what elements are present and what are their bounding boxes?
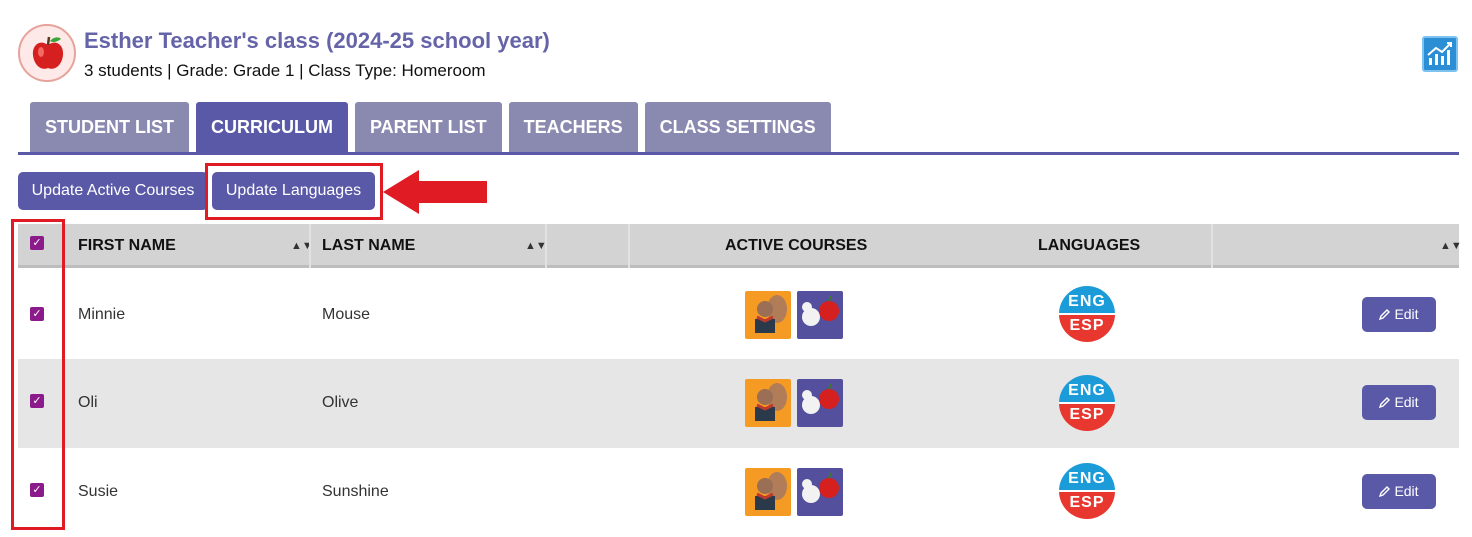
class-tabs: STUDENT LIST CURRICULUM PARENT LIST TEAC… bbox=[30, 102, 831, 152]
language-eng-label: ENG bbox=[1059, 375, 1115, 403]
tab-student-list[interactable]: STUDENT LIST bbox=[30, 102, 189, 152]
pencil-icon bbox=[1379, 486, 1391, 498]
column-divider bbox=[309, 224, 311, 268]
tab-curriculum[interactable]: CURRICULUM bbox=[196, 102, 348, 152]
class-title: Esther Teacher's class (2024-25 school y… bbox=[84, 28, 550, 53]
class-subtitle: 3 students | Grade: Grade 1 | Class Type… bbox=[84, 61, 486, 80]
last-name-cell: Sunshine bbox=[322, 483, 389, 500]
table-row: ✓ Susie Sunshine ENG ESP Edit bbox=[18, 448, 1459, 537]
math-mouse-icon bbox=[797, 291, 843, 339]
col-active-courses: ACTIVE COURSES bbox=[725, 237, 868, 254]
column-divider bbox=[545, 224, 547, 268]
tab-divider bbox=[18, 152, 1459, 155]
table-header: ✓ FIRST NAME ▲▼ LAST NAME ▲▼ ACTIVE COUR… bbox=[18, 224, 1462, 268]
sort-icon[interactable]: ▲▼ bbox=[1440, 224, 1462, 268]
edit-label: Edit bbox=[1394, 483, 1419, 499]
annotation-arrow-icon bbox=[383, 170, 487, 214]
annotation-highlight-checkboxes bbox=[11, 219, 65, 530]
language-eng-label: ENG bbox=[1059, 463, 1115, 491]
tab-teachers[interactable]: TEACHERS bbox=[508, 102, 638, 152]
language-eng-label: ENG bbox=[1059, 286, 1115, 314]
class-header: Esther Teacher's class (2024-25 school y… bbox=[18, 22, 1458, 86]
chart-report-icon[interactable] bbox=[1422, 36, 1458, 72]
column-divider bbox=[628, 224, 630, 268]
edit-button[interactable]: Edit bbox=[1362, 474, 1436, 509]
language-esp-label: ESP bbox=[1059, 403, 1115, 431]
col-languages: LANGUAGES bbox=[1038, 237, 1141, 254]
language-divider bbox=[1059, 490, 1115, 492]
language-badge: ENG ESP bbox=[1059, 375, 1115, 431]
first-name-cell: Oli bbox=[78, 394, 98, 411]
math-mouse-icon bbox=[797, 379, 843, 427]
sort-icon[interactable]: ▲▼ bbox=[525, 224, 547, 268]
apple-icon bbox=[18, 24, 76, 82]
edit-label: Edit bbox=[1394, 394, 1419, 410]
reading-squirrel-icon bbox=[745, 468, 791, 516]
col-first-name[interactable]: FIRST NAME bbox=[78, 224, 176, 268]
table-row: ✓ Oli Olive ENG ESP Edit bbox=[18, 359, 1459, 448]
pencil-icon bbox=[1379, 397, 1391, 409]
first-name-cell: Minnie bbox=[78, 306, 126, 323]
language-badge: ENG ESP bbox=[1059, 286, 1115, 342]
tab-class-settings[interactable]: CLASS SETTINGS bbox=[644, 102, 831, 152]
annotation-highlight-languages bbox=[205, 163, 383, 220]
last-name-cell: Olive bbox=[322, 394, 359, 411]
language-badge: ENG ESP bbox=[1059, 463, 1115, 519]
column-divider bbox=[1211, 224, 1213, 268]
language-esp-label: ESP bbox=[1059, 314, 1115, 342]
table-row: ✓ Minnie Mouse ENG ESP Edit bbox=[18, 270, 1459, 359]
last-name-cell: Mouse bbox=[322, 306, 371, 323]
math-mouse-icon bbox=[797, 468, 843, 516]
edit-button[interactable]: Edit bbox=[1362, 297, 1436, 332]
edit-label: Edit bbox=[1394, 306, 1419, 322]
language-esp-label: ESP bbox=[1059, 491, 1115, 519]
col-last-name[interactable]: LAST NAME bbox=[322, 224, 415, 268]
tab-parent-list[interactable]: PARENT LIST bbox=[354, 102, 502, 152]
language-divider bbox=[1059, 313, 1115, 315]
reading-squirrel-icon bbox=[745, 291, 791, 339]
first-name-cell: Susie bbox=[78, 483, 119, 500]
pencil-icon bbox=[1379, 309, 1391, 321]
update-active-courses-button[interactable]: Update Active Courses bbox=[18, 172, 208, 210]
reading-squirrel-icon bbox=[745, 379, 791, 427]
edit-button[interactable]: Edit bbox=[1362, 385, 1436, 420]
language-divider bbox=[1059, 402, 1115, 404]
